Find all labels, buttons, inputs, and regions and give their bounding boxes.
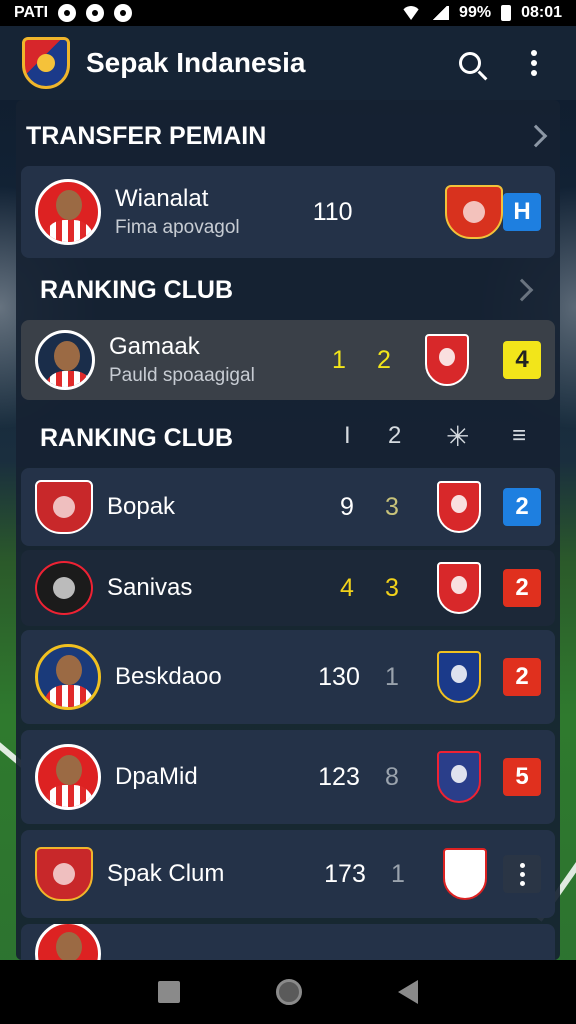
overflow-menu-button[interactable] xyxy=(514,43,554,83)
ranking-card[interactable]: Gamaak Pauld spoaagigal 1 2 4 xyxy=(21,320,555,400)
player-subtitle: Pauld spoaagigal xyxy=(109,365,255,386)
section-title: RANKING CLUB xyxy=(40,275,234,304)
stat-2: 3 xyxy=(385,573,399,602)
wifi-icon xyxy=(401,6,422,20)
column-header-1: I xyxy=(344,422,351,449)
stat-1: 123 xyxy=(318,762,360,791)
club-row[interactable]: DpaMid 123 8 5 xyxy=(21,730,555,824)
club-row[interactable] xyxy=(21,924,555,964)
club-name: Beskdaoo xyxy=(115,663,222,690)
search-button[interactable] xyxy=(450,43,490,83)
club-logo-icon xyxy=(35,561,93,615)
rank-badge[interactable]: 2 xyxy=(503,488,541,526)
club-row[interactable]: Beskdaoo 130 1 2 xyxy=(21,630,555,724)
section-header-ranking: RANKING CLUB xyxy=(16,410,560,466)
notification-icon xyxy=(114,4,133,22)
rank-badge[interactable]: 2 xyxy=(503,569,541,607)
player-info: Wianalat Fima apovagol xyxy=(115,185,304,239)
club-crest-icon xyxy=(437,562,481,614)
menu-icon[interactable]: ≡ xyxy=(512,422,526,450)
rank-badge[interactable]: 2 xyxy=(503,658,541,696)
home-button[interactable] xyxy=(276,979,302,1005)
stat-2: 2 xyxy=(377,345,391,374)
club-row[interactable]: Bopak 9 3 2 xyxy=(21,468,555,546)
club-name: Sanivas xyxy=(107,574,193,601)
more-vert-icon xyxy=(519,862,525,886)
row-menu-button[interactable] xyxy=(503,855,541,893)
club-logo-icon xyxy=(35,480,93,534)
club-crest-icon xyxy=(445,185,503,239)
club-row[interactable]: Spak Clum 173 1 xyxy=(21,830,555,918)
club-crest-icon xyxy=(437,751,481,803)
carrier-label: PATI xyxy=(14,4,49,21)
battery-percent: 99% xyxy=(459,4,492,21)
stat-1: 1 xyxy=(332,345,346,374)
search-icon xyxy=(459,52,481,74)
player-subtitle: Fima apovagol xyxy=(115,217,240,238)
app-logo-icon xyxy=(22,37,70,89)
club-name: Bopak xyxy=(107,493,176,520)
stat-1: 173 xyxy=(324,859,366,888)
transfer-card[interactable]: Wianalat Fima apovagol 110 H xyxy=(21,166,555,258)
stat-2: 1 xyxy=(385,662,399,691)
player-name: Gamaak xyxy=(109,333,200,360)
player-avatar xyxy=(35,179,101,245)
club-crest-icon xyxy=(437,481,481,533)
section-header-transfer[interactable]: TRANSFER PEMAIN xyxy=(16,108,560,164)
chevron-right-icon xyxy=(524,124,548,148)
rank-badge[interactable]: 5 xyxy=(503,758,541,796)
content-panel: TRANSFER PEMAIN Wianalat Fima apovagol 1… xyxy=(16,100,560,964)
player-avatar xyxy=(35,924,101,964)
section-header-ranking[interactable]: RANKING CLUB xyxy=(16,262,560,318)
column-header-2: 2 xyxy=(388,422,402,449)
club-name: Spak Clum xyxy=(107,860,225,887)
club-name: DpaMid xyxy=(115,763,198,790)
signal-icon xyxy=(431,6,450,20)
star-icon: ✳ xyxy=(446,421,470,452)
chevron-right-icon xyxy=(510,278,534,302)
system-nav-bar xyxy=(0,960,576,1024)
recents-button[interactable] xyxy=(158,981,180,1003)
club-crest-icon xyxy=(443,848,487,900)
player-stat: 110 xyxy=(312,197,353,226)
player-avatar xyxy=(35,330,95,390)
club-row[interactable]: Sanivas 4 3 2 xyxy=(21,550,555,626)
clock: 08:01 xyxy=(521,4,562,21)
back-button[interactable] xyxy=(398,980,418,1004)
player-name: Wianalat xyxy=(115,185,209,212)
stat-2: 1 xyxy=(391,859,405,888)
stat-2: 8 xyxy=(385,762,399,791)
club-crest-icon xyxy=(437,651,481,703)
status-bar: PATI 99% 08:01 xyxy=(0,0,576,26)
rank-badge[interactable]: H xyxy=(503,193,541,231)
player-info: Gamaak Pauld spoaagigal xyxy=(109,333,319,387)
notification-icon xyxy=(86,4,105,22)
app-title: Sepak Indanesia xyxy=(86,47,306,78)
notification-icon xyxy=(58,4,77,22)
section-title: TRANSFER PEMAIN xyxy=(26,121,267,150)
section-title: RANKING CLUB xyxy=(40,423,234,452)
stat-1: 9 xyxy=(340,492,354,521)
stat-2: 3 xyxy=(385,492,399,521)
battery-icon xyxy=(501,5,512,21)
stat-1: 4 xyxy=(340,573,354,602)
stat-1: 130 xyxy=(318,662,360,691)
player-avatar xyxy=(35,644,101,710)
more-vert-icon xyxy=(531,50,537,76)
club-crest-icon xyxy=(425,334,469,386)
player-avatar xyxy=(35,744,101,810)
app-bar: Sepak Indanesia xyxy=(0,26,576,100)
rank-badge[interactable]: 4 xyxy=(503,341,541,379)
club-logo-icon xyxy=(35,847,93,901)
